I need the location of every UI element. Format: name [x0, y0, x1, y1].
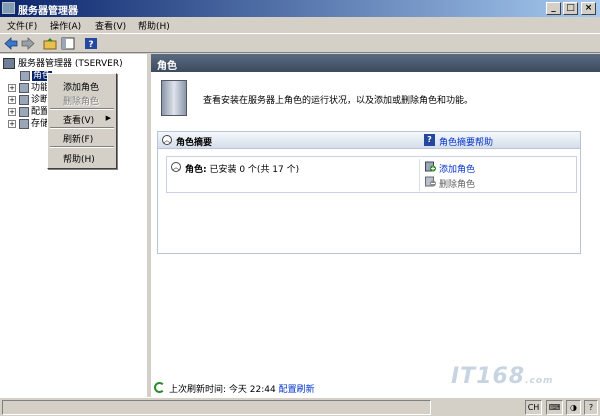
show-hide-tree-icon[interactable] — [61, 37, 75, 50]
minimize-button[interactable]: _ — [546, 2, 561, 15]
context-refresh[interactable]: 刷新(F) — [63, 132, 93, 145]
add-role-icon — [425, 161, 436, 172]
menu-file[interactable]: 文件(F) — [7, 19, 37, 32]
language-indicator[interactable]: CH — [525, 400, 542, 415]
server-manager-icon — [2, 2, 15, 14]
menu-separator — [50, 108, 114, 110]
roles-summary-section: ︿ 角色摘要 ? 角色摘要帮助 ︿ 角色: 已安装 0 个(共 17 个) 添加… — [157, 131, 581, 254]
expand-icon[interactable]: + — [8, 119, 16, 128]
collapse-icon[interactable]: ︿ — [162, 135, 172, 145]
toolbar: ? — [0, 33, 600, 53]
roles-icon — [20, 70, 30, 81]
configure-refresh-link[interactable]: 配置刷新 — [279, 385, 315, 395]
svg-text:?: ? — [88, 40, 93, 50]
tree-item-storage[interactable]: + 存储 — [8, 116, 49, 129]
context-view[interactable]: 查看(V) — [63, 113, 94, 126]
page-title: 角色 — [151, 54, 600, 72]
refresh-bar: 上次刷新时间: 今天 22:44 配置刷新 IT168.com — [151, 364, 600, 396]
server-icon — [3, 58, 15, 69]
intro-text: 查看安装在服务器上角色的运行状况，以及添加或删除角色和功能。 — [203, 96, 474, 106]
menu-view[interactable]: 查看(V) — [95, 19, 126, 32]
close-button[interactable]: × — [581, 2, 596, 15]
menu-action[interactable]: 操作(A) — [50, 19, 81, 32]
keyboard-icon[interactable]: ⌨ — [546, 400, 563, 415]
collapse-icon[interactable]: ︿ — [171, 162, 181, 172]
help-icon: ? — [424, 134, 435, 146]
context-menu: 添加角色 删除角色 查看(V) ▶ 刷新(F) 帮助(H) — [47, 73, 117, 169]
menu-help[interactable]: 帮助(H) — [138, 19, 170, 32]
diagnostics-icon — [19, 94, 29, 105]
storage-icon — [19, 118, 29, 129]
roles-status: 角色: 已安装 0 个(共 17 个) — [185, 165, 300, 175]
context-add-role[interactable]: 添加角色 — [63, 80, 99, 93]
expand-icon[interactable]: + — [8, 107, 16, 116]
menu-bar: 文件(F) 操作(A) 查看(V) 帮助(H) — [0, 17, 600, 33]
ime-icon[interactable]: ◑ — [566, 400, 581, 415]
window-title: 服务器管理器 — [18, 6, 78, 17]
server-tower-icon — [161, 80, 187, 116]
menu-separator — [50, 127, 114, 129]
watermark: IT168.com — [451, 364, 554, 389]
menu-separator — [50, 146, 114, 148]
context-help[interactable]: 帮助(H) — [63, 152, 95, 165]
maximize-button[interactable]: □ — [563, 2, 578, 15]
help-icon[interactable]: ? — [84, 37, 98, 50]
title-bar: 服务器管理器 _ □ × — [0, 0, 600, 17]
add-roles-link[interactable]: 添加角色 — [439, 162, 475, 175]
divider — [419, 159, 420, 191]
last-refresh: 上次刷新时间: 今天 22:44 配置刷新 — [169, 385, 315, 395]
back-arrow-icon[interactable] — [4, 37, 18, 50]
status-panel — [2, 400, 431, 415]
section-title: 角色摘要 — [176, 138, 213, 148]
status-bar: CH ⌨ ◑ ? — [0, 397, 600, 416]
expand-icon[interactable]: + — [8, 83, 16, 92]
context-remove-role: 删除角色 — [63, 97, 100, 107]
help-tray-icon[interactable]: ? — [584, 400, 598, 415]
intro-panel: 查看安装在服务器上角色的运行状况，以及添加或删除角色和功能。 — [151, 72, 600, 124]
expand-icon[interactable]: + — [8, 95, 16, 104]
remove-role-icon — [425, 176, 436, 187]
content-pane: 角色 查看安装在服务器上角色的运行状况，以及添加或删除角色和功能。 ︿ 角色摘要… — [151, 54, 600, 397]
remove-roles-link: 删除角色 — [439, 180, 476, 190]
roles-summary-help-link[interactable]: 角色摘要帮助 — [439, 135, 493, 148]
roles-status-panel: ︿ 角色: 已安装 0 个(共 17 个) 添加角色 删除角色 — [166, 156, 577, 193]
section-header: ︿ 角色摘要 ? 角色摘要帮助 — [158, 132, 580, 149]
refresh-icon — [154, 382, 165, 393]
configuration-icon — [19, 106, 29, 117]
submenu-arrow-icon: ▶ — [105, 114, 111, 122]
up-folder-icon[interactable] — [43, 37, 57, 50]
forward-arrow-icon[interactable] — [21, 37, 35, 50]
features-icon — [19, 82, 29, 93]
